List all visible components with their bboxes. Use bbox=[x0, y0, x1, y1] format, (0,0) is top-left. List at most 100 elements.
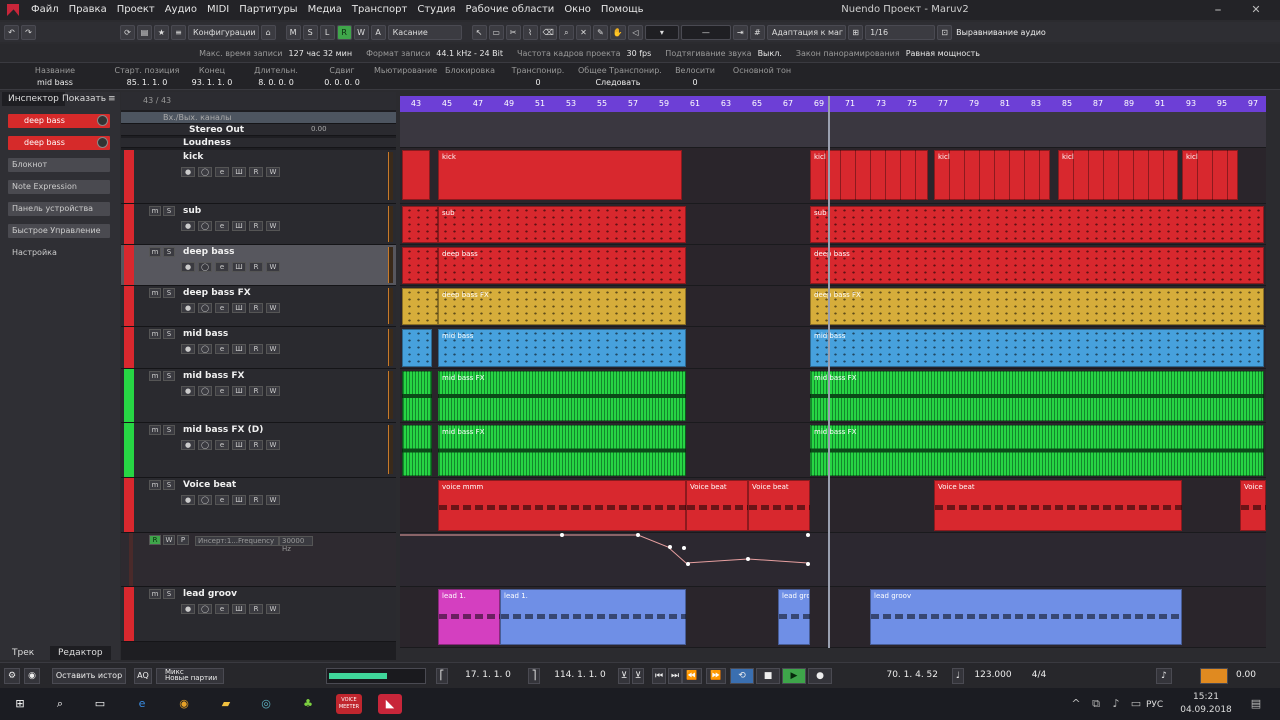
gear-icon[interactable]: ⚙ bbox=[4, 668, 20, 684]
start-icon[interactable]: ⊞ bbox=[8, 694, 32, 714]
tempo-display[interactable]: 123.000 bbox=[968, 668, 1018, 684]
midi-part[interactable]: mid bass bbox=[438, 329, 686, 367]
status-frame-rate[interactable]: Частота кадров проекта 30 fps bbox=[517, 49, 651, 58]
midi-part[interactable]: kicl bbox=[1058, 150, 1178, 200]
menu-midi[interactable]: MIDI bbox=[202, 0, 234, 20]
forward-icon[interactable]: ⏩ bbox=[706, 668, 726, 684]
voicemeeter-icon[interactable]: VOICE MEETER bbox=[336, 694, 362, 714]
track-kick[interactable]: kick ● ◯ e Ш R W bbox=[121, 150, 396, 204]
grid-icon[interactable]: # bbox=[749, 24, 765, 40]
nudge-field[interactable]: — bbox=[680, 24, 731, 40]
split-tool-icon[interactable]: ✂ bbox=[505, 24, 521, 40]
midi-part[interactable]: deep bass bbox=[810, 247, 1264, 284]
menu-audio[interactable]: Аудио bbox=[160, 0, 202, 20]
midi-part[interactable]: mid bass bbox=[810, 329, 1264, 367]
snap-type-select[interactable]: Адаптация к маг bbox=[766, 24, 847, 40]
speaker-tool-icon[interactable]: ◁ bbox=[627, 24, 643, 40]
tab-track[interactable]: Трек bbox=[4, 646, 42, 660]
mute-all-button[interactable]: M bbox=[285, 24, 301, 40]
position-display[interactable]: 70. 1. 4. 52 bbox=[842, 668, 942, 684]
click-icon[interactable]: ♪ bbox=[1156, 668, 1172, 684]
punch-out-icon[interactable]: ⊻ bbox=[632, 668, 644, 684]
midi-part[interactable] bbox=[402, 288, 438, 325]
undo-icon[interactable]: ↶ bbox=[4, 24, 19, 40]
inspector-device-panel[interactable]: Панель устройства bbox=[8, 202, 110, 216]
menu-scores[interactable]: Партитуры bbox=[234, 0, 302, 20]
track-deep-bass-fx[interactable]: m Sdeep bass FX ● ◯ e Ш R W bbox=[121, 286, 396, 327]
automation-parameter[interactable]: Инсерт:1...Frequency bbox=[195, 536, 279, 546]
signature-display[interactable]: 4/4 bbox=[1024, 668, 1054, 684]
snap-icon[interactable]: ⇥ bbox=[732, 24, 748, 40]
arrangement-area[interactable]: kick kicl kicl kicl kicl sub sub deep ba… bbox=[400, 112, 1266, 648]
color-select[interactable]: ▾ bbox=[644, 24, 679, 40]
midi-part[interactable]: kick bbox=[438, 150, 682, 200]
audio-event[interactable]: mid bass FX bbox=[810, 371, 1264, 421]
automation-value[interactable]: 30000 Hz bbox=[279, 536, 313, 553]
lane-automation[interactable] bbox=[400, 533, 1266, 587]
lock-icon[interactable]: ⌂ bbox=[260, 24, 276, 40]
automation-button[interactable]: A bbox=[370, 24, 386, 40]
edge-icon[interactable]: e bbox=[130, 694, 154, 714]
snap-to-zero-icon[interactable]: ⊞ bbox=[848, 24, 864, 40]
zoom-tool-icon[interactable]: ⌕ bbox=[558, 24, 574, 40]
audio-align-icon[interactable]: ⊡ bbox=[937, 24, 953, 40]
listen-all-button[interactable]: L bbox=[319, 24, 335, 40]
audio-event[interactable]: mid bass FX bbox=[438, 425, 686, 476]
app-icon[interactable]: ◎ bbox=[254, 694, 278, 714]
chrome-icon[interactable]: ◉ bbox=[172, 694, 196, 714]
keep-history-button[interactable]: Оставить истор bbox=[52, 668, 126, 684]
midi-part[interactable]: sub bbox=[438, 206, 686, 243]
menu-project[interactable]: Проект bbox=[112, 0, 160, 20]
automation-mode-select[interactable]: Касание bbox=[387, 24, 462, 40]
project-cursor[interactable] bbox=[828, 96, 830, 648]
menu-media[interactable]: Медиа bbox=[303, 0, 347, 20]
automation-curve[interactable] bbox=[400, 533, 1266, 587]
configurations-button[interactable]: Конфигурации bbox=[188, 24, 259, 40]
punch-in-icon[interactable]: ⊻ bbox=[618, 668, 630, 684]
status-pull[interactable]: Подтягивание звука Выкл. bbox=[665, 49, 782, 58]
notifications-icon[interactable]: ▤ bbox=[1244, 694, 1268, 714]
midi-part[interactable]: Voice bbox=[1240, 480, 1266, 531]
inspector-note-expression[interactable]: Note Expression bbox=[8, 180, 110, 194]
status-format[interactable]: Формат записи 44.1 kHz - 24 Bit bbox=[366, 49, 503, 58]
constrain-icon[interactable]: ⟳ bbox=[120, 24, 135, 40]
minimize-icon[interactable]: ⎯ bbox=[1200, 0, 1236, 20]
stereo-out-track[interactable]: Stereo Out 0.00 bbox=[121, 124, 396, 136]
menu-window[interactable]: Окно bbox=[559, 0, 596, 20]
audio-event[interactable] bbox=[402, 371, 432, 421]
left-locator[interactable]: 17. 1. 1. 0 bbox=[452, 668, 524, 684]
metronome-icon[interactable]: ♩ bbox=[952, 668, 964, 684]
auto-quantize-button[interactable]: AQ bbox=[134, 668, 152, 684]
pointer-tool-icon[interactable]: ↖ bbox=[471, 24, 487, 40]
midi-part[interactable]: kicl bbox=[1182, 150, 1238, 200]
inspector-quick-controls[interactable]: Быстрое Управление bbox=[8, 224, 110, 238]
info-name[interactable]: Название mid bass bbox=[20, 66, 90, 87]
star-icon[interactable]: ★ bbox=[154, 24, 169, 40]
info-velocity[interactable]: Велосити 0 bbox=[670, 66, 720, 87]
status-pan-law[interactable]: Закон панорамирования Равная мощность bbox=[796, 49, 980, 58]
info-offset[interactable]: Сдвиг 0. 0. 0. 0 bbox=[312, 66, 372, 87]
stop-icon[interactable]: ■ bbox=[756, 668, 780, 684]
ruler-icon[interactable]: ▤ bbox=[137, 24, 152, 40]
folder-track[interactable]: Вх./Вых. каналы bbox=[121, 112, 396, 124]
info-start[interactable]: Старт. позиция 85. 1. 1. 0 bbox=[112, 66, 182, 87]
audio-event[interactable] bbox=[402, 425, 432, 476]
redo-icon[interactable]: ↷ bbox=[21, 24, 36, 40]
menu-edit[interactable]: Правка bbox=[64, 0, 112, 20]
play-icon[interactable]: ▶ bbox=[782, 668, 806, 684]
fl-studio-icon[interactable]: ♣ bbox=[296, 694, 320, 714]
edit-icon[interactable] bbox=[97, 115, 108, 126]
track-deep-bass[interactable]: m Sdeep bass ● ◯ e Ш R W bbox=[121, 245, 396, 286]
record-mode-icon[interactable]: ◉ bbox=[24, 668, 40, 684]
record-mode-select[interactable]: Микс Новые партии bbox=[156, 668, 224, 684]
nuendo-taskbar-icon[interactable]: ◣ bbox=[378, 694, 402, 714]
edit-icon[interactable] bbox=[97, 137, 108, 148]
menu-workspaces[interactable]: Рабочие области bbox=[461, 0, 560, 20]
midi-part[interactable] bbox=[402, 150, 430, 200]
inspector-menu-icon[interactable]: ≡ bbox=[102, 92, 122, 106]
go-to-start-icon[interactable]: ⏮ bbox=[652, 668, 666, 684]
midi-part[interactable]: Voice beat bbox=[748, 480, 810, 531]
timeline-ruler[interactable]: 43 45 47 49 51 53 55 57 59 61 63 65 67 6… bbox=[400, 96, 1266, 112]
info-lock[interactable]: Блокировка bbox=[440, 66, 500, 78]
audio-event[interactable]: mid bass FX bbox=[438, 371, 686, 421]
